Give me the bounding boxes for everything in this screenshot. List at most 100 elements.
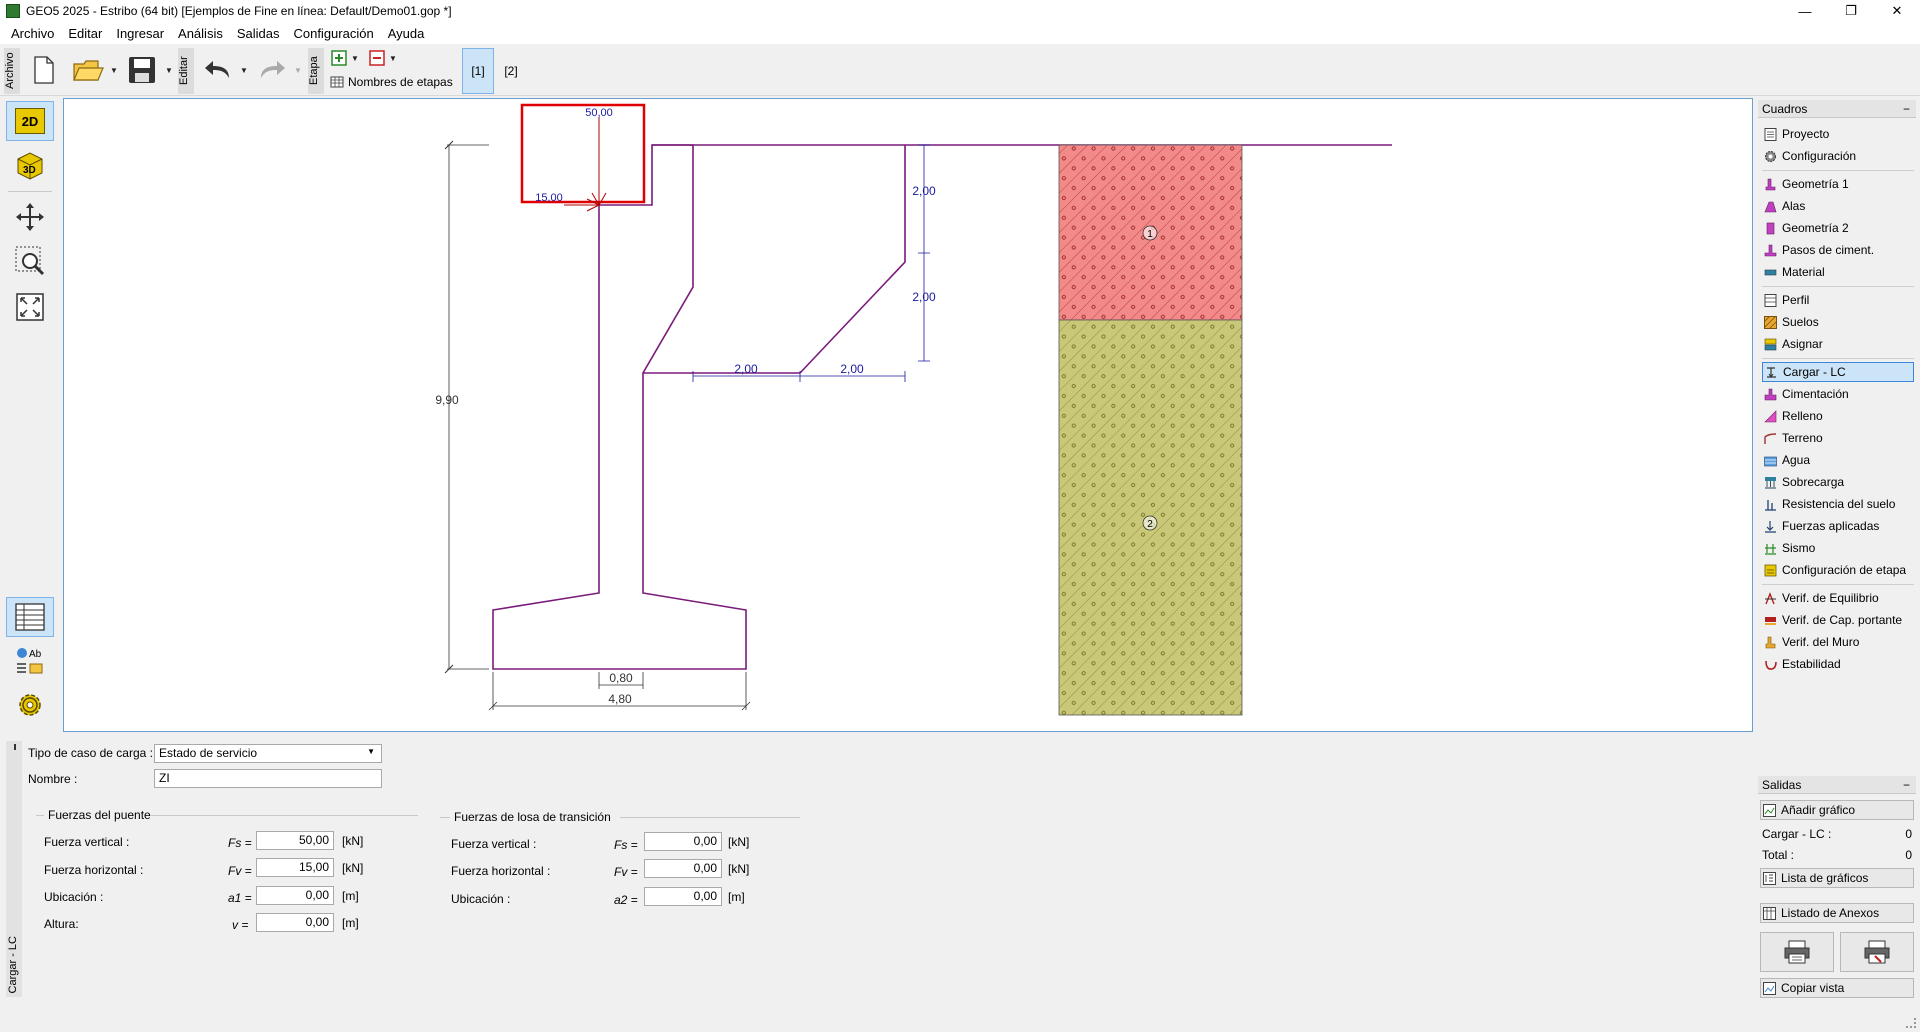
load-type-select[interactable]: Estado de servicio ▼ xyxy=(154,744,382,763)
bridge-horizontal-input[interactable]: 15,00 xyxy=(256,858,334,877)
bridge-location-input[interactable]: 0,00 xyxy=(256,886,334,905)
name-label: Nombre : xyxy=(28,772,78,786)
frame-item-label: Estabilidad xyxy=(1782,657,1841,671)
minimize-button[interactable]: — xyxy=(1782,0,1828,22)
menu-ingresar[interactable]: Ingresar xyxy=(109,26,171,41)
frame-item-perfil[interactable]: Perfil xyxy=(1762,290,1914,310)
frame-item-sismo[interactable]: Sismo xyxy=(1762,538,1914,558)
collapse-cuadros-button[interactable]: − xyxy=(1903,100,1910,118)
bridge-location-unit: [m] xyxy=(342,889,359,903)
frame-item-geometria-1[interactable]: Geometría 1 xyxy=(1762,174,1914,194)
drawing-canvas[interactable]: 1 2 9,90 2,00 2,00 2,00 2,00 0,80 4,80 5… xyxy=(63,98,1753,732)
stage-settings-icon xyxy=(1764,564,1777,576)
frame-item-suelos[interactable]: Suelos xyxy=(1762,312,1914,332)
bridge-height-label: Altura: xyxy=(44,917,79,931)
bridge-vertical-input[interactable]: 50,00 xyxy=(256,831,334,850)
frame-item-agua[interactable]: Agua xyxy=(1762,450,1914,470)
frame-item-estabilidad[interactable]: Estabilidad xyxy=(1762,654,1914,674)
save-dropdown-arrow-icon[interactable]: ▼ xyxy=(165,66,173,75)
soil-2-label: 2 xyxy=(1147,519,1153,530)
slab-horizontal-input[interactable]: 0,00 xyxy=(644,859,722,878)
frame-item-fuerzas-aplicadas[interactable]: Fuerzas aplicadas xyxy=(1762,516,1914,536)
restore-button[interactable]: ❐ xyxy=(1828,0,1874,22)
frame-item-relleno[interactable]: Relleno xyxy=(1762,406,1914,426)
add-graphic-label: Añadir gráfico xyxy=(1781,803,1856,817)
window-title: GEO5 2025 - Estribo (64 bit) [Ejemplos d… xyxy=(26,4,452,18)
menu-ayuda[interactable]: Ayuda xyxy=(381,26,432,41)
frame-item-verif-equilibrio[interactable]: Verif. de Equilibrio xyxy=(1762,588,1914,608)
menu-archivo[interactable]: Archivo xyxy=(4,26,61,41)
remove-stage-dropdown-arrow-icon[interactable]: ▼ xyxy=(389,54,397,63)
redo-dropdown-arrow-icon[interactable]: ▼ xyxy=(294,66,302,75)
slab-location-input[interactable]: 0,00 xyxy=(644,887,722,906)
add-graphic-button[interactable]: Añadir gráfico xyxy=(1760,800,1914,820)
geometry-2-icon xyxy=(1766,222,1775,234)
bridge-height-input[interactable]: 0,00 xyxy=(256,913,334,932)
menu-analisis[interactable]: Análisis xyxy=(171,26,230,41)
bridge-vertical-unit: [kN] xyxy=(342,834,364,848)
frame-pin-icon[interactable] xyxy=(14,744,16,750)
drawing-settings-button[interactable]: Ab xyxy=(6,641,54,681)
gear-icon xyxy=(19,694,41,716)
name-input[interactable]: ZI xyxy=(154,769,382,788)
print-export-button[interactable] xyxy=(1840,932,1914,972)
slab-vertical-input[interactable]: 0,00 xyxy=(644,832,722,851)
annex-list-button[interactable]: Listado de Anexos xyxy=(1760,903,1914,923)
view-2d-button[interactable]: 2D xyxy=(6,101,54,141)
frame-item-alas[interactable]: Alas xyxy=(1762,196,1914,216)
frame-item-material[interactable]: Material xyxy=(1762,262,1914,282)
open-dropdown-arrow-icon[interactable]: ▼ xyxy=(110,66,118,75)
frame-item-resistencia[interactable]: Resistencia del suelo xyxy=(1762,494,1914,514)
surcharge-icon xyxy=(1765,476,1776,488)
stage-2-button[interactable]: [2] xyxy=(498,48,524,94)
frame-item-geometria-2[interactable]: Geometría 2 xyxy=(1762,218,1914,238)
frame-item-terreno[interactable]: Terreno xyxy=(1762,428,1914,448)
frame-item-configuracion[interactable]: Configuración xyxy=(1762,146,1914,166)
open-file-button[interactable] xyxy=(70,52,106,88)
frame-item-verif-muro[interactable]: Verif. del Muro xyxy=(1762,632,1914,652)
frame-item-sobrecarga[interactable]: Sobrecarga xyxy=(1762,472,1914,492)
menu-salidas[interactable]: Salidas xyxy=(230,26,287,41)
copy-view-button[interactable]: Copiar vista xyxy=(1760,978,1914,998)
zoom-extents-button[interactable] xyxy=(6,287,54,327)
styles-ab-icon: Ab xyxy=(17,648,43,674)
close-button[interactable]: ✕ xyxy=(1874,0,1920,22)
collapse-salidas-button[interactable]: − xyxy=(1903,776,1910,794)
frame-item-label: Terreno xyxy=(1782,431,1823,445)
menu-configuracion[interactable]: Configuración xyxy=(286,26,380,41)
undo-dropdown-arrow-icon[interactable]: ▼ xyxy=(240,66,248,75)
abutment-drawing: 1 2 9,90 2,00 2,00 2,00 2,00 0,80 4,80 5… xyxy=(435,103,1392,716)
print-button[interactable] xyxy=(1760,932,1834,972)
move-arrows-icon xyxy=(16,203,44,231)
frame-item-asignar[interactable]: Asignar xyxy=(1762,334,1914,354)
pan-button[interactable] xyxy=(6,197,54,237)
remove-stage-button[interactable] xyxy=(368,50,386,66)
add-stage-dropdown-arrow-icon[interactable]: ▼ xyxy=(351,54,359,63)
slab-vertical-unit: [kN] xyxy=(728,835,750,849)
zoom-button[interactable] xyxy=(6,241,54,281)
graphics-list-button[interactable]: Lista de gráficos xyxy=(1760,868,1914,888)
frame-item-cargar-lc[interactable]: Cargar - LC xyxy=(1762,362,1914,382)
undo-button[interactable] xyxy=(200,54,236,86)
settings-button[interactable] xyxy=(6,685,54,725)
resize-grip-icon[interactable] xyxy=(1906,1018,1916,1028)
stage-1-button[interactable]: [1] xyxy=(462,48,494,94)
frame-item-configuracion-etapa[interactable]: Configuración de etapa xyxy=(1762,560,1914,580)
frame-item-verif-capacidad[interactable]: Verif. de Cap. portante xyxy=(1762,610,1914,630)
stage-names-button[interactable]: Nombres de etapas xyxy=(330,74,456,90)
save-button[interactable] xyxy=(124,52,160,88)
redo-button[interactable] xyxy=(254,54,290,86)
zoom-magnifier-icon xyxy=(15,246,45,276)
menu-bar: Archivo Editar Ingresar Análisis Salidas… xyxy=(0,22,1920,44)
new-file-button[interactable] xyxy=(28,52,60,88)
menu-editar[interactable]: Editar xyxy=(61,26,109,41)
add-stage-button[interactable] xyxy=(330,50,348,66)
frame-item-cimentacion[interactable]: Cimentación xyxy=(1762,384,1914,404)
load-type-label: Tipo de caso de carga : xyxy=(28,746,153,760)
table-view-button[interactable] xyxy=(6,597,54,637)
bridge-load-highlight[interactable] xyxy=(520,103,646,204)
bearing-capacity-icon xyxy=(1765,616,1776,625)
frame-item-proyecto[interactable]: Proyecto xyxy=(1762,124,1914,144)
frame-item-pasos[interactable]: Pasos de ciment. xyxy=(1762,240,1914,260)
view-3d-button[interactable]: 3D xyxy=(6,145,54,185)
